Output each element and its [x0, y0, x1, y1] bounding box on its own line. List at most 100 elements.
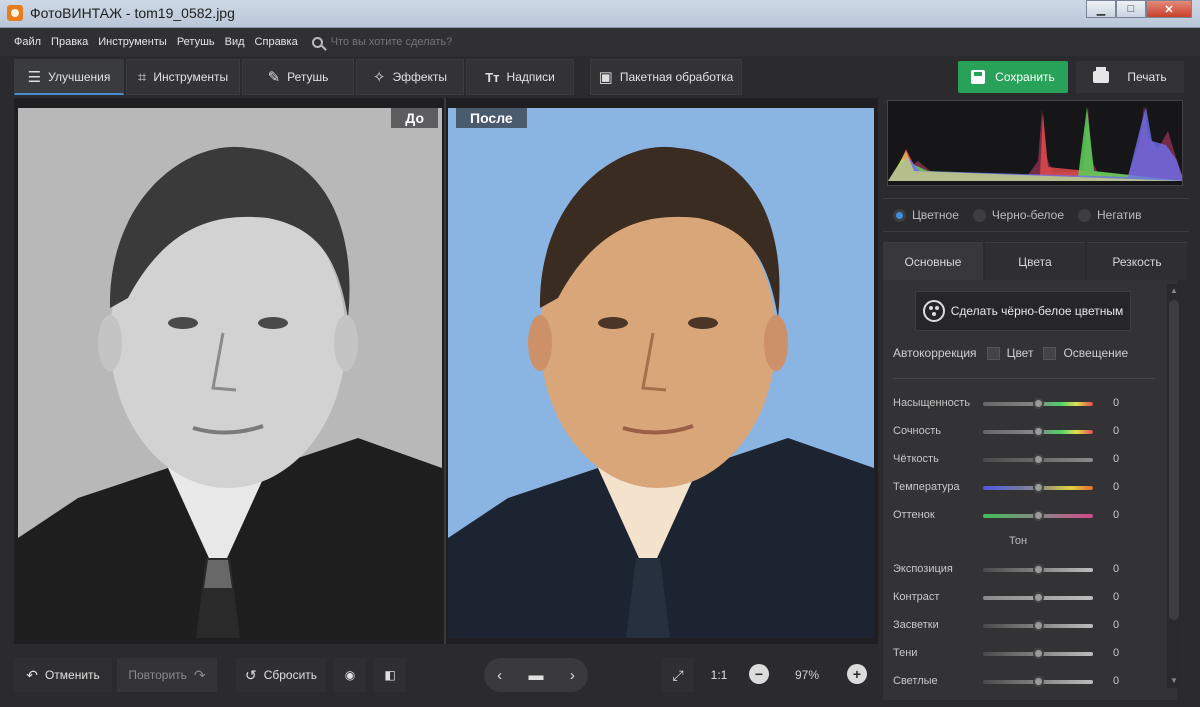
- minimize-button[interactable]: ▁: [1086, 0, 1116, 18]
- undo-button[interactable]: ↶ Отменить: [14, 658, 112, 692]
- exposure-slider[interactable]: Экспозиция 0: [893, 560, 1163, 580]
- menu-tools[interactable]: Инструменты: [98, 36, 167, 48]
- slider-knob[interactable]: [1033, 482, 1044, 493]
- slider-knob[interactable]: [1033, 676, 1044, 687]
- printer-icon: [1093, 67, 1110, 83]
- slider-value: 0: [1113, 619, 1120, 631]
- vibrance-slider[interactable]: Сочность 0: [893, 422, 1163, 442]
- slider-knob[interactable]: [1033, 620, 1044, 631]
- scroll-up-icon[interactable]: ▲: [1169, 286, 1179, 296]
- fit-to-screen-button[interactable]: ⤢: [662, 658, 694, 692]
- slider-track[interactable]: [983, 398, 1093, 409]
- highlights-slider[interactable]: Засветки 0: [893, 616, 1163, 636]
- reset-button[interactable]: ↺ Сбросить: [236, 658, 326, 692]
- slider-track[interactable]: [983, 676, 1093, 687]
- slider-track[interactable]: [983, 592, 1093, 603]
- contrast-slider[interactable]: Контраст 0: [893, 588, 1163, 608]
- panel-tabs: Основные Цвета Резкость: [883, 242, 1189, 280]
- save-icon: [971, 70, 986, 84]
- compare-mode-button[interactable]: ◧: [374, 658, 406, 692]
- auto-light-checkbox[interactable]: [1043, 346, 1057, 360]
- tab-label: Надписи: [506, 70, 555, 84]
- search-input[interactable]: [330, 36, 531, 48]
- tab-tools[interactable]: ⌗ Инструменты: [126, 59, 240, 95]
- whites-slider[interactable]: Светлые 0: [893, 672, 1163, 692]
- slider-track[interactable]: [983, 426, 1093, 437]
- menu-file[interactable]: Файл: [14, 36, 41, 48]
- slider-label: Насыщенность: [893, 397, 971, 409]
- menu-help[interactable]: Справка: [255, 36, 298, 48]
- next-image-button[interactable]: ›: [570, 667, 575, 684]
- tab-retouch[interactable]: ✎ Ретушь: [242, 59, 354, 95]
- slider-knob[interactable]: [1033, 398, 1044, 409]
- tab-colors[interactable]: Цвета: [985, 242, 1085, 280]
- clarity-slider[interactable]: Чёткость 0: [893, 450, 1163, 470]
- photo-canvas[interactable]: До После: [14, 98, 878, 644]
- undo-label: Отменить: [44, 668, 100, 682]
- after-photo: После: [448, 108, 874, 638]
- compare-divider[interactable]: [444, 98, 446, 644]
- histogram-graph: [888, 105, 1182, 181]
- folder-icon[interactable]: ▬: [528, 667, 543, 684]
- tint-slider[interactable]: Оттенок 0: [893, 506, 1163, 526]
- tab-enhancements[interactable]: ☰ Улучшения: [14, 59, 124, 95]
- redo-button[interactable]: Повторить ↷: [117, 658, 217, 692]
- mode-bw[interactable]: Черно-белое: [972, 208, 1064, 222]
- temperature-slider[interactable]: Температура 0: [893, 478, 1163, 498]
- tab-sharpness[interactable]: Резкость: [1087, 242, 1187, 280]
- slider-knob[interactable]: [1033, 648, 1044, 659]
- tab-text[interactable]: Tт Надписи: [466, 59, 574, 95]
- slider-knob[interactable]: [1033, 592, 1044, 603]
- menu-retouch[interactable]: Ретушь: [177, 36, 215, 48]
- panel-scrollbar[interactable]: ▲ ▼: [1167, 284, 1181, 688]
- scroll-down-icon[interactable]: ▼: [1169, 676, 1179, 686]
- tab-basic[interactable]: Основные: [883, 242, 983, 280]
- prev-image-button[interactable]: ‹: [497, 667, 502, 684]
- saturation-slider[interactable]: Насыщенность 0: [893, 394, 1163, 414]
- scroll-thumb[interactable]: [1169, 300, 1179, 620]
- slider-knob[interactable]: [1033, 564, 1044, 575]
- slider-track[interactable]: [983, 620, 1093, 631]
- auto-color-checkbox[interactable]: [986, 346, 1000, 360]
- colorize-label: Сделать чёрно-белое цветным: [950, 304, 1124, 318]
- mode-label: Цветное: [912, 208, 959, 222]
- slider-label: Чёткость: [893, 453, 939, 465]
- slider-track[interactable]: [983, 564, 1093, 575]
- tab-label: Ретушь: [287, 70, 329, 84]
- mode-color[interactable]: Цветное: [893, 208, 959, 222]
- colorize-button[interactable]: Сделать чёрно-белое цветным: [915, 291, 1131, 331]
- tone-section-title: Тон: [1008, 535, 1028, 547]
- tab-label: Улучшения: [48, 69, 111, 84]
- window-controls: ▁ □ ✕: [1086, 0, 1192, 18]
- before-portrait-image: [18, 108, 442, 638]
- slider-track[interactable]: [983, 482, 1093, 493]
- slider-label: Светлые: [893, 675, 938, 687]
- radio-icon: [893, 208, 906, 222]
- maximize-button[interactable]: □: [1116, 0, 1146, 18]
- slider-knob[interactable]: [1033, 510, 1044, 521]
- slider-knob[interactable]: [1033, 454, 1044, 465]
- slider-track[interactable]: [983, 648, 1093, 659]
- slider-label: Экспозиция: [893, 563, 953, 575]
- zoom-in-button[interactable]: +: [847, 664, 867, 684]
- slider-track[interactable]: [983, 454, 1093, 465]
- after-portrait-image: [448, 108, 874, 638]
- actual-size-button[interactable]: 1:1: [702, 658, 736, 692]
- tab-effects[interactable]: ✧ Эффекты: [356, 59, 464, 95]
- save-button[interactable]: Сохранить: [958, 61, 1068, 93]
- mode-negative[interactable]: Негатив: [1078, 208, 1141, 222]
- close-button[interactable]: ✕: [1146, 0, 1192, 18]
- tab-batch[interactable]: ▣ Пакетная обработка: [590, 59, 742, 95]
- menu-view[interactable]: Вид: [225, 36, 245, 48]
- slider-track[interactable]: [983, 510, 1093, 521]
- menu-edit[interactable]: Правка: [51, 36, 88, 48]
- slider-knob[interactable]: [1033, 426, 1044, 437]
- before-photo: До: [18, 108, 442, 638]
- slider-value: 0: [1113, 647, 1120, 659]
- shadows-slider[interactable]: Тени 0: [893, 644, 1163, 664]
- preview-toggle-button[interactable]: ◉: [334, 658, 366, 692]
- print-button[interactable]: Печать: [1076, 61, 1184, 93]
- slider-value: 0: [1113, 509, 1120, 521]
- palette-icon: [922, 300, 945, 322]
- zoom-out-button[interactable]: −: [749, 664, 769, 684]
